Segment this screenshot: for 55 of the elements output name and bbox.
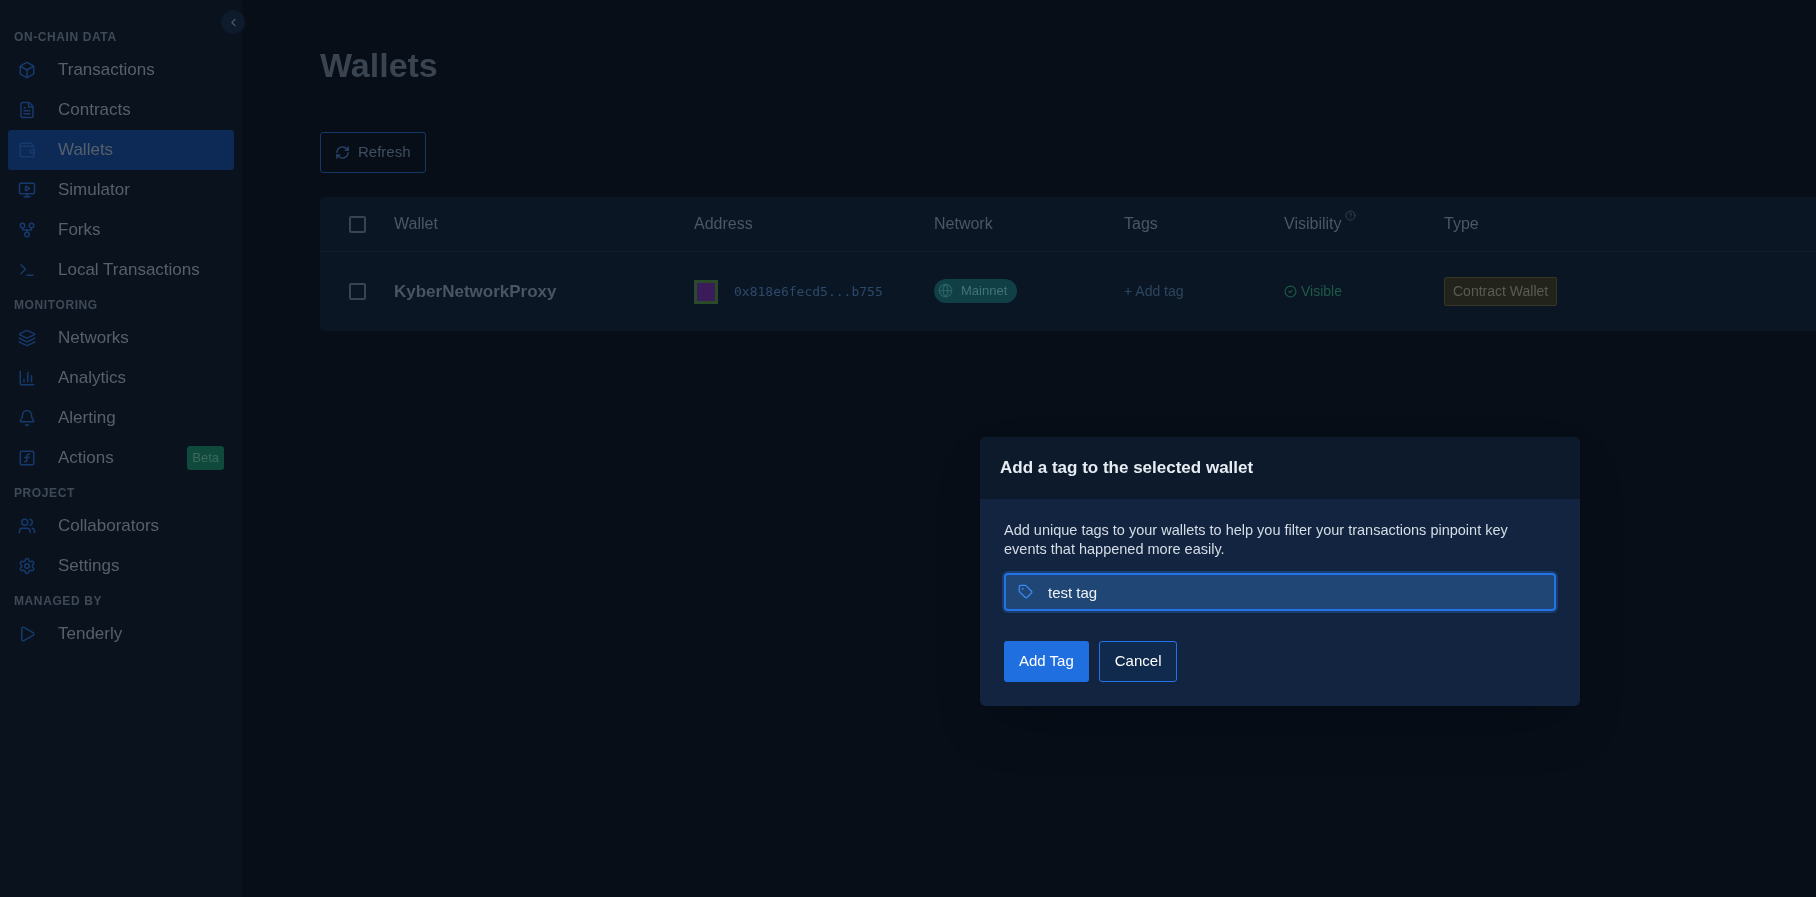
wallet-icon: [18, 141, 36, 159]
bar-chart-icon: [18, 369, 36, 387]
column-header: Address: [694, 214, 753, 234]
section-heading: MANAGED BY: [13, 593, 103, 610]
column-header: Wallet: [394, 214, 438, 234]
help-icon: [1344, 210, 1356, 221]
dialog-description: Add unique tags to your wallets to help you filter your transactions pinpoint key events that happened more easily.: [1004, 521, 1509, 559]
section-heading: MONITORING: [13, 297, 99, 314]
cancel-button[interactable]: Cancel: [1098, 641, 1178, 682]
play-icon: [18, 625, 36, 643]
visibility-status: Visible: [1301, 282, 1342, 301]
select-all-checkbox[interactable]: [348, 215, 366, 233]
column-header: Network: [934, 214, 993, 234]
section-heading: ON-CHAIN DATA: [13, 29, 118, 46]
tag-input[interactable]: test tag: [1004, 573, 1556, 611]
monitor-icon: [18, 181, 36, 199]
sidebar-item[interactable]: Wallets: [8, 130, 234, 170]
sidebar-item[interactable]: Contracts: [8, 90, 234, 130]
refresh-button[interactable]: Refresh: [320, 132, 426, 173]
function-icon: [18, 449, 36, 467]
section-heading: PROJECT: [13, 485, 76, 502]
tag-icon: [1018, 584, 1033, 599]
type-badge: Contract Wallet: [1444, 277, 1558, 306]
sidebar-item[interactable]: Simulator: [8, 170, 234, 210]
sidebar-item[interactable]: Forks: [8, 210, 234, 250]
sidebar-item[interactable]: Analytics: [8, 358, 234, 398]
sidebar-item[interactable]: Settings: [8, 546, 234, 586]
sidebar-item[interactable]: Local Transactions: [8, 250, 234, 290]
bell-icon: [18, 409, 36, 427]
sidebar-item[interactable]: Networks: [8, 318, 234, 358]
terminal-icon: [18, 261, 36, 279]
wallet-address[interactable]: 0x818e6fecd5...b755: [734, 281, 883, 302]
layers-icon: [18, 329, 36, 347]
sidebar-item[interactable]: Tenderly: [8, 614, 234, 654]
sidebar-item[interactable]: Collaborators: [8, 506, 234, 546]
settings-icon: [18, 557, 36, 575]
page-title: Wallets: [320, 48, 439, 82]
column-header: Type: [1444, 214, 1479, 234]
sidebar-item[interactable]: Alerting: [8, 398, 234, 438]
row-checkbox[interactable]: [348, 283, 366, 300]
dialog-title: Add a tag to the selected wallet: [1000, 457, 1254, 480]
document-icon: [18, 101, 36, 119]
collapse-button[interactable]: [221, 10, 245, 34]
identicon: [694, 279, 718, 304]
column-header: Tags: [1124, 214, 1158, 234]
refresh-icon: [335, 145, 350, 160]
add-tag-button[interactable]: Add Tag: [1004, 641, 1089, 682]
column-header: Visibility: [1284, 214, 1342, 234]
sidebar-item[interactable]: Transactions: [8, 50, 234, 90]
check-icon: [1284, 285, 1297, 298]
wallet-name[interactable]: KyberNetworkProxy: [394, 281, 557, 301]
branch-icon: [18, 221, 36, 239]
add-tag-link[interactable]: + Add tag: [1124, 283, 1184, 300]
users-icon: [18, 517, 36, 535]
cube-icon: [18, 61, 36, 79]
